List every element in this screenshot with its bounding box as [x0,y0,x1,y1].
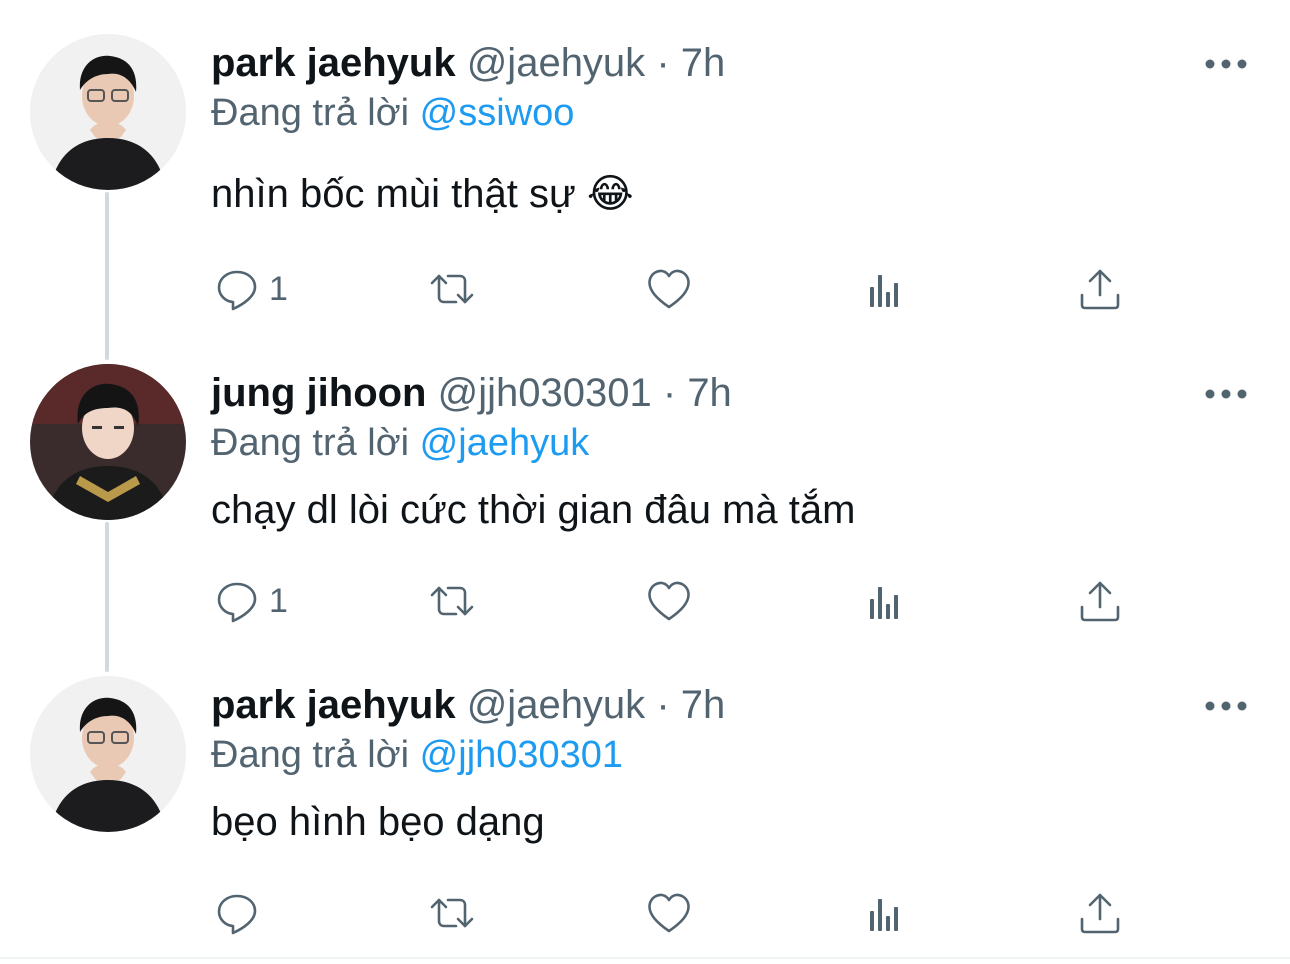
share-button[interactable] [1076,264,1124,314]
author-name[interactable]: park jaehyuk [211,41,456,85]
reply-count: 1 [269,269,288,308]
like-button[interactable] [645,576,693,626]
author-name[interactable]: park jaehyuk [211,683,456,727]
tweet-header: jung jihoon @jjh030301 · 7h [211,370,732,416]
author-handle[interactable]: @jaehyuk [467,683,645,727]
retweet-button[interactable] [428,576,476,626]
avatar[interactable] [30,676,186,832]
analytics-icon [870,275,898,307]
tweet[interactable]: jung jihoon @jjh030301 · 7h Đang trả lời… [0,364,1290,664]
mention-link[interactable]: @ssiwoo [420,92,575,134]
analytics-button[interactable] [861,888,909,938]
retweet-button[interactable] [428,264,476,314]
replying-to-label: Đang trả lời [211,92,410,134]
author-handle[interactable]: @jjh030301 [438,371,652,415]
share-icon [1080,581,1120,622]
analytics-icon [870,587,898,619]
tweet-actions: 1 [0,264,1290,314]
share-button[interactable] [1076,576,1124,626]
more-icon[interactable] [1204,696,1248,716]
reply-icon [217,582,257,623]
mention-link[interactable]: @jaehyuk [420,422,590,464]
tweet[interactable]: park jaehyuk @jaehyuk · 7h Đang trả lời … [0,676,1290,956]
replying-to: Đang trả lời @jaehyuk [211,420,589,466]
tweet-text: chạy dl lòi cức thời gian đâu mà tắm [211,488,856,532]
reply-button[interactable] [213,888,261,938]
separator-dot: · [656,683,670,727]
more-icon[interactable] [1204,384,1248,404]
avatar[interactable] [30,34,186,190]
tweet-text: bẹo hình bẹo dạng [211,800,545,844]
tweet-actions [0,888,1290,938]
author-name[interactable]: jung jihoon [211,371,427,415]
retweet-icon [430,274,474,304]
like-icon [648,893,690,933]
separator-dot: · [656,41,670,85]
analytics-button[interactable] [861,264,909,314]
tweet-header: park jaehyuk @jaehyuk · 7h [211,40,725,86]
timestamp[interactable]: 7h [687,371,732,415]
replying-to: Đang trả lời @ssiwoo [211,90,574,136]
share-icon [1080,269,1120,310]
reply-button[interactable]: 1 [213,576,288,626]
replying-to-label: Đang trả lời [211,734,410,776]
separator-dot: · [662,371,677,415]
reply-count: 1 [269,581,288,620]
tweet-text: nhìn bốc mùi thật sự 😂 [211,172,634,216]
tweet-actions: 1 [0,576,1290,626]
retweet-icon [430,898,474,928]
avatar[interactable] [30,364,186,520]
reply-icon [217,270,257,311]
analytics-button[interactable] [861,576,909,626]
timestamp[interactable]: 7h [681,683,726,727]
more-icon[interactable] [1204,54,1248,74]
share-button[interactable] [1076,888,1124,938]
divider [0,957,1290,959]
like-icon [648,581,690,621]
reply-button[interactable]: 1 [213,264,288,314]
timestamp[interactable]: 7h [681,41,726,85]
mention-link[interactable]: @jjh030301 [420,734,623,776]
like-button[interactable] [645,888,693,938]
replying-to-label: Đang trả lời [211,422,410,464]
analytics-icon [870,899,898,931]
tweet[interactable]: park jaehyuk @jaehyuk · 7h Đang trả lời … [0,34,1290,334]
author-handle[interactable]: @jaehyuk [467,41,645,85]
like-icon [648,269,690,309]
replying-to: Đang trả lời @jjh030301 [211,732,623,778]
like-button[interactable] [645,264,693,314]
retweet-button[interactable] [428,888,476,938]
reply-icon [217,894,257,935]
share-icon [1080,893,1120,934]
retweet-icon [430,586,474,616]
tweet-header: park jaehyuk @jaehyuk · 7h [211,682,725,728]
